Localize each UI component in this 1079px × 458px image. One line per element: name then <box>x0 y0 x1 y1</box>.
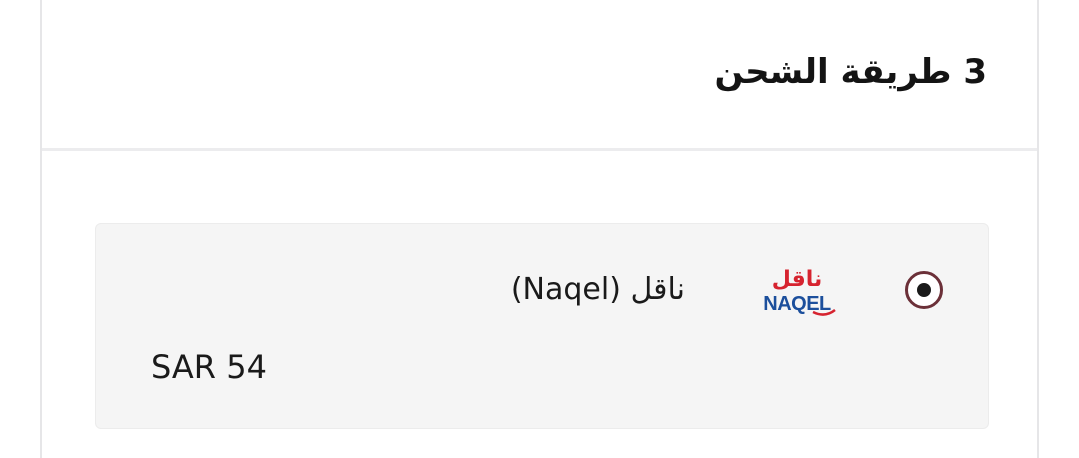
page: 3 طريقة الشحن ناقل NAQEL (Naqel) ناقل SA… <box>0 0 1079 458</box>
shipping-option-naqel[interactable]: ناقل NAQEL (Naqel) ناقل SAR 54 <box>95 223 989 429</box>
radio-dot <box>917 283 931 297</box>
naqel-logo: ناقل NAQEL <box>763 267 836 316</box>
carrier-name: (Naqel) ناقل <box>510 272 685 307</box>
logo-arabic-text: ناقل <box>772 267 823 292</box>
radio-selected-icon[interactable] <box>905 271 943 309</box>
shipping-method-card: 3 طريقة الشحن ناقل NAQEL (Naqel) ناقل SA… <box>40 0 1039 458</box>
section-title: 3 طريقة الشحن <box>714 52 988 92</box>
logo-latin-text: NAQEL <box>763 293 831 315</box>
card-header: 3 طريقة الشحن <box>42 0 1037 151</box>
shipping-price: SAR 54 <box>151 348 267 386</box>
